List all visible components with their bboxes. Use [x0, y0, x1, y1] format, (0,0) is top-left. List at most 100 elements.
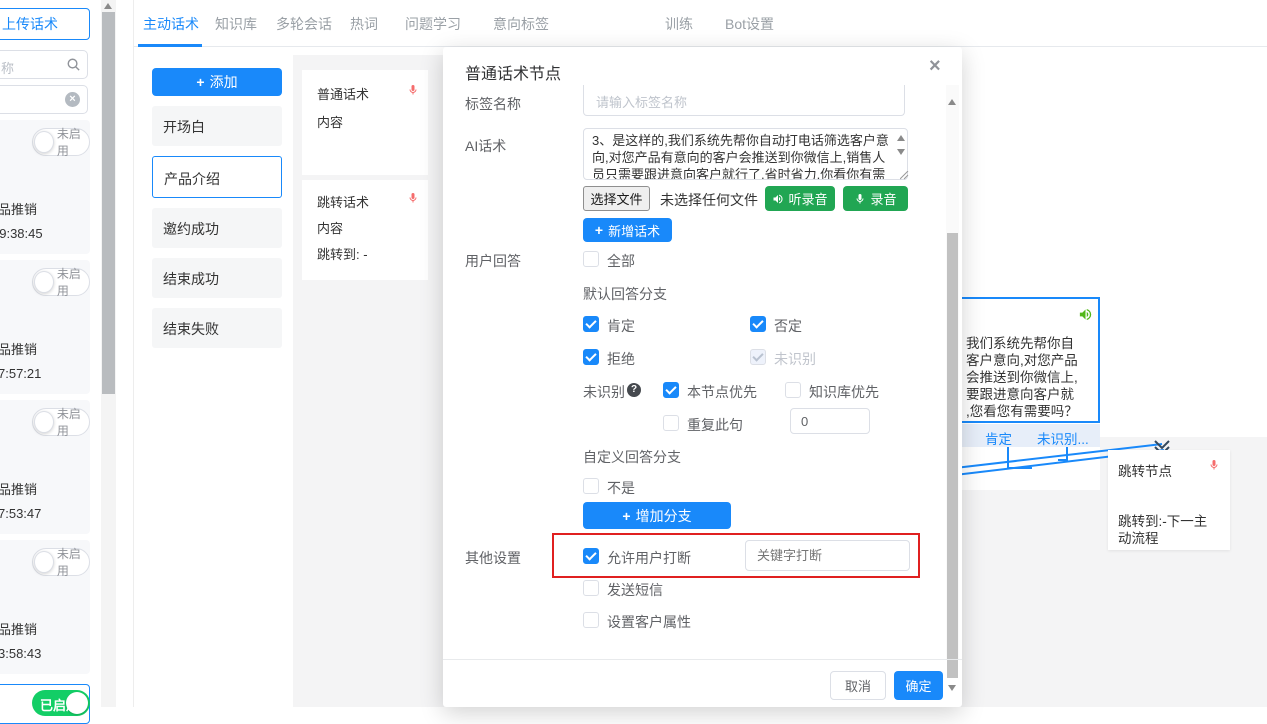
sidebar-scrollbar[interactable] — [101, 0, 116, 707]
script-name: 品推销 — [0, 339, 37, 358]
affirm-label: 肯定 — [607, 316, 635, 336]
tab-active-scripts[interactable]: 主动话术 — [143, 14, 199, 34]
all-checkbox[interactable] — [583, 251, 599, 267]
cancel-button[interactable]: 取消 — [830, 671, 886, 700]
unrecognized-section-label: 未识别 — [583, 382, 625, 402]
scrollbar-thumb[interactable] — [102, 12, 115, 394]
textarea-spin-up-icon[interactable] — [897, 135, 905, 141]
enable-toggle[interactable]: 未启用 — [32, 128, 90, 156]
textarea-spin-down-icon[interactable] — [897, 149, 905, 155]
tab-multi-turn[interactable]: 多轮会话 — [276, 14, 332, 34]
search-input[interactable]: 称 — [0, 50, 88, 79]
repeat-label: 重复此句 — [687, 415, 743, 435]
record-button[interactable]: 录音 — [843, 186, 908, 211]
speaker-icon[interactable] — [1078, 307, 1093, 322]
modal-dialog: 普通话术节点 × 标签名称 请输入标签名称 AI话术 3、是这样的,我们系统先帮… — [443, 47, 962, 707]
speaker-icon — [772, 193, 784, 205]
mic-icon[interactable] — [407, 82, 419, 98]
unrecognized-label-disabled: 未识别 — [774, 349, 816, 369]
add-script-button[interactable]: + 新增话术 — [583, 218, 672, 242]
toggle-knob — [34, 271, 54, 293]
add-branch-button[interactable]: + 增加分支 — [583, 502, 731, 529]
flow-item-end-fail[interactable]: 结束失败 — [152, 308, 282, 348]
tab-training[interactable]: 训练 — [665, 14, 693, 34]
enable-toggle[interactable]: 未启用 — [32, 268, 90, 296]
node-first-label: 本节点优先 — [687, 382, 757, 402]
resize-handle-icon[interactable] — [900, 171, 909, 180]
toggle-knob — [34, 551, 54, 573]
scrollbar-thumb[interactable] — [947, 233, 958, 678]
filter-input[interactable]: × — [0, 85, 88, 114]
send-sms-checkbox[interactable] — [583, 580, 599, 596]
help-icon[interactable]: ? — [627, 383, 641, 397]
script-time: 09:38:45 — [0, 226, 43, 241]
modal-scrollbar[interactable] — [946, 85, 959, 659]
all-checkbox-label: 全部 — [607, 251, 635, 271]
upload-script-button[interactable]: 上传话术 — [0, 8, 90, 40]
active-tab-underline — [138, 44, 202, 47]
node-card-normal[interactable]: 普通话术 内容 — [302, 70, 428, 175]
scroll-down-arrow[interactable] — [948, 685, 956, 691]
clear-icon[interactable]: × — [65, 92, 80, 107]
kb-first-label: 知识库优先 — [809, 382, 879, 402]
close-icon[interactable]: × — [929, 55, 941, 78]
default-branch-title: 默认回答分支 — [583, 284, 667, 304]
refuse-checkbox[interactable] — [583, 349, 599, 365]
confirm-button[interactable]: 确定 — [894, 671, 943, 700]
user-answer-label: 用户回答 — [465, 251, 521, 271]
plus-icon: + — [595, 222, 603, 238]
affirm-checkbox[interactable] — [583, 316, 599, 332]
kb-first-checkbox[interactable] — [785, 382, 801, 398]
repeat-count-input[interactable] — [790, 408, 870, 434]
tab-knowledge-base[interactable]: 知识库 — [215, 14, 257, 34]
enable-toggle[interactable]: 未启用 — [32, 548, 90, 576]
set-attr-checkbox[interactable] — [583, 612, 599, 628]
script-time: 3:58:43 — [0, 646, 41, 661]
scroll-up-arrow[interactable] — [948, 99, 956, 105]
ai-script-textarea[interactable]: 3、是这样的,我们系统先帮你自动打电话筛选客户意向,对您产品有意向的客户会推送到… — [583, 128, 908, 180]
tab-intent-labels[interactable]: 意向标签 — [493, 14, 549, 34]
toggle-knob — [34, 131, 54, 153]
modal-title: 普通话术节点 — [465, 60, 561, 84]
search-icon[interactable] — [66, 57, 81, 72]
flow-item-end-success[interactable]: 结束成功 — [152, 258, 282, 298]
other-settings-label: 其他设置 — [465, 548, 521, 568]
set-attr-label: 设置客户属性 — [607, 612, 691, 632]
add-flow-button[interactable]: + 添加 — [152, 68, 282, 96]
script-name: 品推销 — [0, 619, 37, 638]
negative-checkbox[interactable] — [750, 316, 766, 332]
repeat-checkbox[interactable] — [663, 415, 679, 431]
flow-item-invite-success[interactable]: 邀约成功 — [152, 208, 282, 248]
label-name-label: 标签名称 — [465, 94, 521, 114]
enable-toggle[interactable]: 未启用 — [32, 408, 90, 436]
unrecognized-checkbox-disabled — [750, 349, 766, 365]
tab-bot-settings[interactable]: Bot设置 — [725, 14, 774, 34]
label-name-input[interactable]: 请输入标签名称 — [583, 85, 905, 116]
mic-icon — [854, 193, 866, 205]
node-first-checkbox[interactable] — [663, 382, 679, 398]
bushi-checkbox[interactable] — [583, 478, 599, 494]
flow-item-opening[interactable]: 开场白 — [152, 106, 282, 146]
panel-divider — [133, 0, 134, 707]
enable-toggle-on[interactable]: 已启用 — [32, 690, 90, 716]
mic-icon[interactable] — [407, 190, 419, 206]
scroll-up-arrow[interactable] — [104, 3, 112, 9]
tab-question-learning[interactable]: 问题学习 — [405, 14, 461, 34]
bushi-label: 不是 — [607, 478, 635, 498]
listen-recording-button[interactable]: 听录音 — [765, 186, 835, 211]
canvas-gray-area — [953, 490, 1100, 707]
choose-file-button[interactable]: 选择文件 — [583, 186, 650, 211]
canvas-node-selected[interactable]: 我们系统先帮你自 客户意向,对您产品 会推送到你微信上, 要跟进意向客户就 ,您… — [944, 297, 1100, 423]
highlight-red-box — [552, 533, 920, 578]
custom-branch-title: 自定义回答分支 — [583, 447, 681, 467]
toggle-knob — [34, 411, 54, 433]
ai-script-label: AI话术 — [465, 136, 506, 156]
send-sms-label: 发送短信 — [607, 580, 663, 600]
mic-icon[interactable] — [1208, 457, 1220, 473]
flow-item-product-intro-selected[interactable]: 产品介绍 — [152, 156, 282, 198]
node-card-jump[interactable]: 跳转话术 内容 跳转到: - — [302, 180, 428, 280]
plus-icon: + — [196, 74, 204, 90]
canvas-jump-node[interactable]: 跳转节点 跳转到:-下一主 动流程 — [1108, 450, 1230, 550]
search-placeholder: 称 — [1, 58, 14, 77]
tab-hot-words[interactable]: 热词 — [350, 14, 378, 34]
